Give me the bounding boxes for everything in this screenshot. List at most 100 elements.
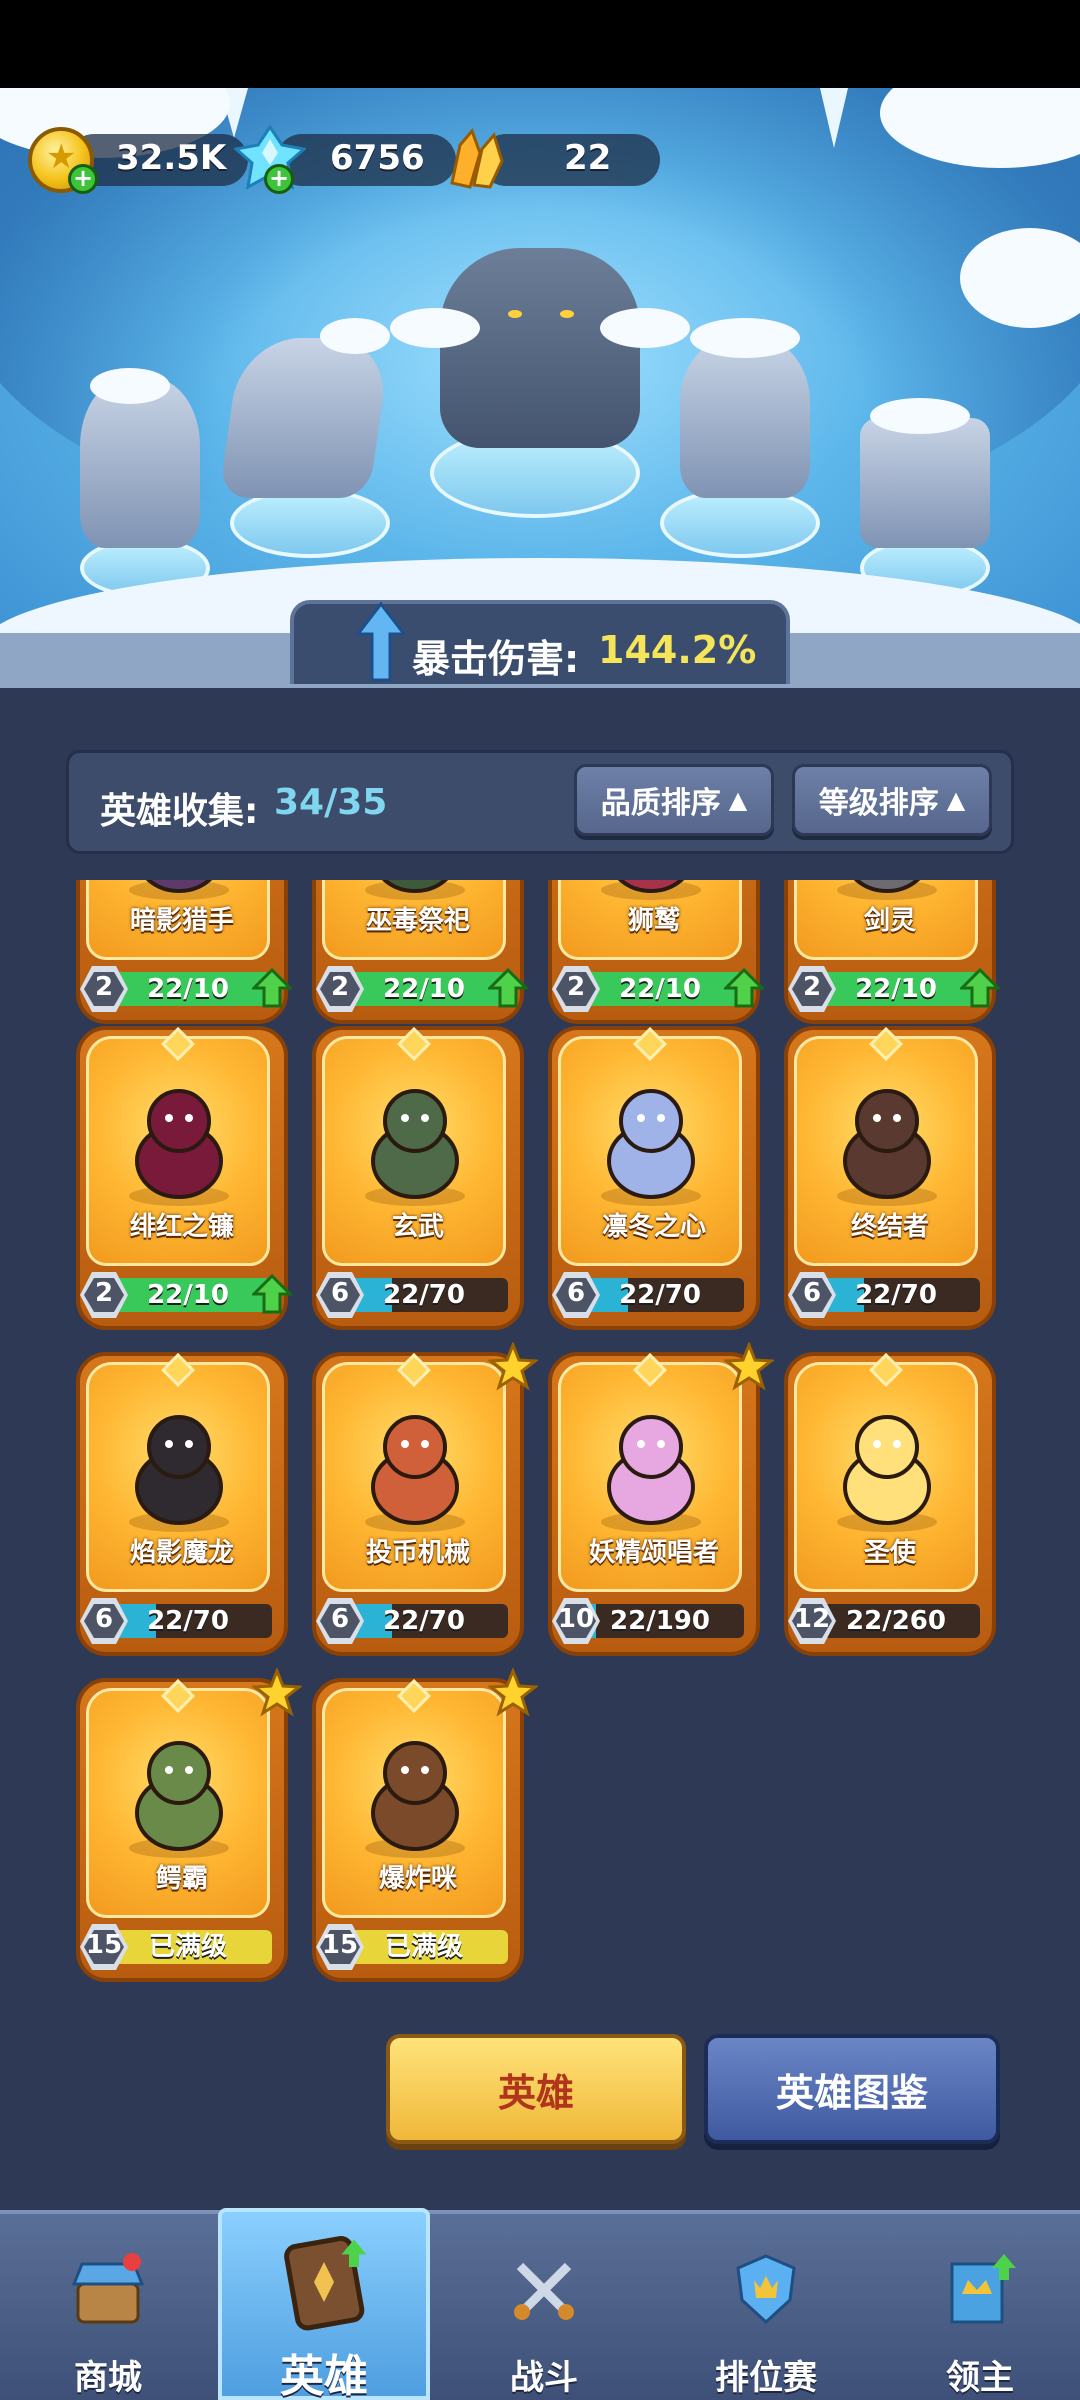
sort-by-level-button[interactable]: 等级排序 ▲ xyxy=(792,764,992,836)
hero-grid[interactable]: 暗影猎手 22/10 2 巫毒祭祀 22/10 2 狮鹫 22/10 2 剑灵 22/10 2 绯红之镰… xyxy=(0,880,1080,2000)
star-icon xyxy=(250,1666,304,1718)
shop-icon xyxy=(71,2253,145,2324)
hero-name: 凛冬之心 xyxy=(601,1212,706,1242)
hero-card[interactable]: 圣使 22/260 12 xyxy=(784,1352,996,1656)
nav-shop-label: 商城 xyxy=(74,2358,142,2398)
upgrade-arrow-icon[interactable] xyxy=(486,967,530,1008)
star-icon xyxy=(722,1340,776,1392)
hero-progress-text: 22/70 xyxy=(383,1606,465,1636)
hero-name: 玄武 xyxy=(391,1212,444,1242)
gold-value: 32.5K xyxy=(116,138,227,178)
nav-shop[interactable]: 商城 xyxy=(0,2210,216,2400)
hero-book-label: 英雄图鉴 xyxy=(775,2070,928,2115)
hero-level: 2 xyxy=(330,972,350,1002)
hero-name: 剑灵 xyxy=(863,906,916,936)
hero-name: 终结者 xyxy=(850,1212,929,1242)
hero-card[interactable]: 爆炸咪已满级 15 xyxy=(312,1666,540,1982)
hero-card[interactable]: 妖精颂唱者 22/190 10 xyxy=(548,1340,776,1656)
hero-progress-bar: 22/70 xyxy=(104,1604,272,1638)
hero-portrait-icon xyxy=(129,1415,229,1532)
add-gold-icon[interactable]: + xyxy=(68,164,98,194)
hero-portrait-icon xyxy=(837,1415,937,1532)
hero-progress-bar: 22/260 xyxy=(812,1604,980,1638)
hero-portrait-icon xyxy=(837,1089,937,1206)
crown-banner-icon xyxy=(950,2254,1016,2324)
hero-card[interactable]: 绯红之镰 22/10 2 xyxy=(76,1026,294,1330)
hero-card[interactable]: 玄武 22/70 6 xyxy=(312,1026,524,1330)
hero-name: 绯红之镰 xyxy=(129,1212,234,1242)
shield-crown-icon xyxy=(736,2254,796,2325)
hero-progress-bar: 22/70 xyxy=(340,1604,508,1638)
hero-level: 2 xyxy=(802,972,822,1002)
upgrade-arrow-icon[interactable] xyxy=(958,967,1002,1008)
star-icon xyxy=(486,1340,540,1392)
upgrade-arrow-icon[interactable] xyxy=(250,1273,294,1314)
hero-portrait-icon xyxy=(365,1089,465,1206)
hero-progress-bar: 22/190 xyxy=(576,1604,744,1638)
hero-card[interactable]: 巫毒祭祀 22/10 2 xyxy=(312,880,530,1024)
hero-progress-bar: 22/10 xyxy=(104,972,272,1006)
gold-counter[interactable]: + 32.5K xyxy=(28,127,248,194)
hero-card[interactable]: 狮鹫 22/10 2 xyxy=(548,880,766,1024)
nav-ranked-label: 排位赛 xyxy=(715,2358,817,2398)
crystal-counter[interactable]: 22 xyxy=(440,128,660,190)
hero-progress-text: 22/10 xyxy=(855,974,937,1004)
triangle-up-icon: ▲ xyxy=(946,786,966,814)
hero-name: 妖精颂唱者 xyxy=(588,1538,719,1568)
hero-card[interactable]: 鳄霸 已满级 15 xyxy=(76,1666,304,1982)
nav-lord[interactable]: 领主 xyxy=(880,2210,1080,2400)
hero-card[interactable]: 焰影魔龙 22/70 6 xyxy=(76,1352,288,1656)
hero-progress-text: 22/190 xyxy=(610,1606,710,1636)
sort-level-label: 等级排序 xyxy=(818,786,939,821)
hero-portrait-icon xyxy=(365,1741,465,1858)
crit-damage-label: 暴击伤害: xyxy=(412,637,580,681)
hero-level: 10 xyxy=(557,1604,595,1634)
hero-progress-bar: 22/10 xyxy=(576,972,744,1006)
hero-progress-bar: 22/70 xyxy=(576,1278,744,1312)
hero-portrait-icon xyxy=(601,1089,701,1206)
hero-card[interactable]: 终结者 22/70 6 xyxy=(784,1026,996,1330)
nav-battle[interactable]: 战斗 xyxy=(436,2210,652,2400)
hero-button[interactable]: 英雄 xyxy=(386,2034,686,2144)
hero-progress-bar: 已满级 xyxy=(340,1930,508,1964)
hero-name: 鳄霸 xyxy=(155,1864,208,1894)
hero-name: 投币机械 xyxy=(365,1538,470,1568)
crit-damage-value: 144.2% xyxy=(598,628,757,672)
nav-lord-label: 领主 xyxy=(946,2358,1014,2398)
hero-level: 6 xyxy=(330,1278,350,1308)
hero-name: 暗影猎手 xyxy=(129,906,234,936)
hero-progress-bar: 已满级 xyxy=(104,1930,272,1964)
upgrade-arrow-icon[interactable] xyxy=(250,967,294,1008)
hero-progress-text: 22/70 xyxy=(383,1280,465,1310)
collection-label: 英雄收集: xyxy=(100,791,259,832)
hero-portrait-icon xyxy=(129,1089,229,1206)
hero-progress-text: 22/10 xyxy=(619,974,701,1004)
gem-counter[interactable]: + 6756 xyxy=(234,125,456,194)
nav-ranked[interactable]: 排位赛 xyxy=(656,2210,876,2400)
hero-progress-bar: 22/70 xyxy=(340,1278,508,1312)
hero-progress-text: 22/10 xyxy=(147,1280,229,1310)
hero-level: 2 xyxy=(94,972,114,1002)
triangle-up-icon: ▲ xyxy=(728,786,748,814)
status-bar xyxy=(0,0,1080,88)
hero-level: 15 xyxy=(321,1930,359,1960)
hero-level: 6 xyxy=(330,1604,350,1634)
hero-book-button[interactable]: 英雄图鉴 xyxy=(704,2034,1000,2144)
hero-level: 6 xyxy=(566,1278,586,1308)
hero-level: 2 xyxy=(94,1278,114,1308)
amber-crystal-icon xyxy=(450,128,504,189)
hero-name: 爆炸咪 xyxy=(378,1864,457,1894)
hero-card[interactable]: 暗影猎手 22/10 2 xyxy=(76,880,294,1024)
hero-card[interactable]: 剑灵 22/10 2 xyxy=(784,880,1002,1024)
sort-by-quality-button[interactable]: 品质排序 ▲ xyxy=(574,764,774,836)
add-gem-icon[interactable]: + xyxy=(264,164,294,194)
hero-card[interactable]: 投币机械 22/70 6 xyxy=(312,1340,540,1656)
star-icon xyxy=(486,1666,540,1718)
crystal-value: 22 xyxy=(564,138,612,178)
nav-hero[interactable]: 英雄 xyxy=(218,2208,430,2400)
hero-card[interactable]: 凛冬之心 22/70 6 xyxy=(548,1026,760,1330)
sort-quality-label: 品质排序 xyxy=(600,786,721,821)
hero-progress-text: 已满级 xyxy=(148,1932,227,1962)
upgrade-arrow-icon[interactable] xyxy=(722,967,766,1008)
hero-portrait-icon xyxy=(601,1415,701,1532)
